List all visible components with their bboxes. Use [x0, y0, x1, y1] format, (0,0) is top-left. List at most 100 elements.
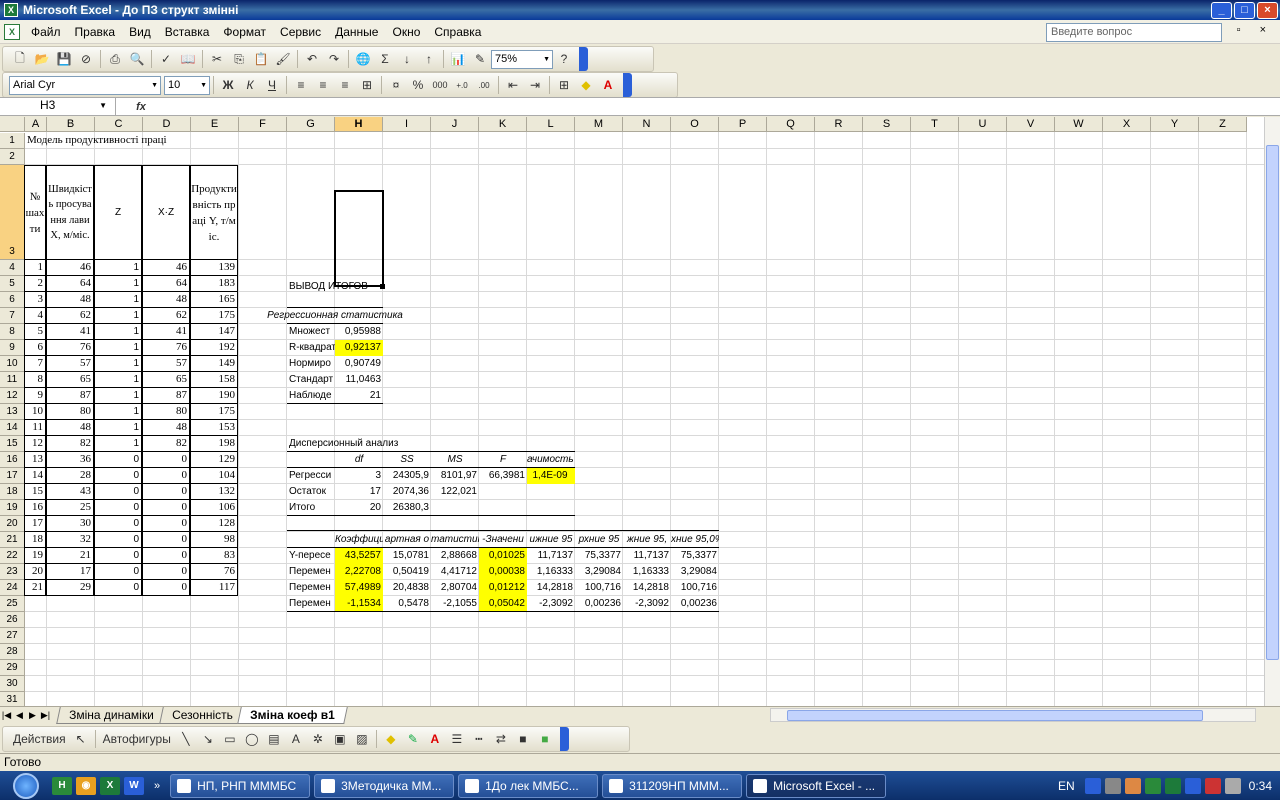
data-cell[interactable]: 29: [46, 579, 94, 596]
sort-descending-icon[interactable]: ↑: [418, 49, 440, 69]
wordart-icon[interactable]: A: [285, 729, 307, 749]
bold-icon[interactable]: Ж: [217, 75, 239, 95]
coef-value[interactable]: 11,7137: [527, 548, 575, 564]
3d-style-icon[interactable]: ■: [534, 729, 556, 749]
row-header-27[interactable]: 27: [0, 628, 25, 644]
coef-header[interactable]: артная о: [383, 532, 431, 548]
data-cell[interactable]: 46: [46, 259, 94, 276]
coef-header[interactable]: рхние 95: [575, 532, 623, 548]
data-cell[interactable]: 1: [94, 419, 142, 436]
line-style-icon[interactable]: ☰: [446, 729, 468, 749]
horizontal-scrollbar[interactable]: [770, 708, 1256, 722]
toolbar-options-icon[interactable]: [559, 727, 569, 751]
underline-icon[interactable]: Ч: [261, 75, 283, 95]
column-header-p[interactable]: P: [719, 117, 767, 132]
increase-decimal-icon[interactable]: +.0: [451, 75, 473, 95]
data-cell[interactable]: 128: [190, 515, 238, 532]
data-cell[interactable]: 1: [94, 259, 142, 276]
network-tray-icon[interactable]: [1224, 777, 1241, 794]
help-tray-icon[interactable]: [1084, 777, 1101, 794]
tab-zmina-koef-v1[interactable]: Зміна коеф в1: [237, 707, 349, 724]
sheet-title[interactable]: Модель продуктивності праці: [25, 133, 325, 149]
data-cell[interactable]: 1: [94, 323, 142, 340]
data-cell[interactable]: 28: [46, 467, 94, 484]
data-cell[interactable]: 1: [94, 355, 142, 372]
minimize-button[interactable]: _: [1211, 1, 1232, 19]
data-cell[interactable]: 6: [24, 339, 46, 356]
save-icon[interactable]: 💾: [53, 49, 75, 69]
anova-header[interactable]: F: [479, 452, 527, 468]
data-cell[interactable]: 0: [94, 451, 142, 468]
row-header-19[interactable]: 19: [0, 500, 25, 516]
data-cell[interactable]: 12: [24, 435, 46, 452]
data-cell[interactable]: 132: [190, 483, 238, 500]
copy-icon[interactable]: ⎘: [228, 49, 250, 69]
anova-label[interactable]: Итого: [287, 500, 335, 516]
selected-cell-h3[interactable]: [334, 190, 384, 287]
anova-header[interactable]: SS: [383, 452, 431, 468]
currency-icon[interactable]: ¤: [385, 75, 407, 95]
anova-label[interactable]: Регресси: [287, 468, 335, 484]
header-speed-x[interactable]: Швидкість просування лави X, м/міс.: [46, 165, 94, 260]
data-cell[interactable]: 32: [46, 531, 94, 548]
data-cell[interactable]: 30: [46, 515, 94, 532]
vertical-scroll-thumb[interactable]: [1266, 145, 1279, 660]
coef-label[interactable]: Перемен: [287, 564, 335, 580]
data-cell[interactable]: 149: [190, 355, 238, 372]
data-cell[interactable]: 0: [142, 547, 190, 564]
stat-label[interactable]: Стандарт: [287, 372, 335, 388]
coef-value[interactable]: 14,2818: [527, 580, 575, 596]
data-cell[interactable]: 16: [24, 499, 46, 516]
data-cell[interactable]: 41: [142, 323, 190, 340]
column-header-a[interactable]: A: [25, 117, 47, 132]
row-header-26[interactable]: 26: [0, 612, 25, 628]
anova-value[interactable]: 122,021: [431, 484, 479, 500]
column-header-x[interactable]: X: [1103, 117, 1151, 132]
data-cell[interactable]: 82: [142, 435, 190, 452]
stat-value[interactable]: 0,95988: [335, 324, 383, 340]
column-header-u[interactable]: U: [959, 117, 1007, 132]
data-cell[interactable]: 139: [190, 259, 238, 276]
coef-value[interactable]: 4,41712: [431, 564, 479, 580]
data-cell[interactable]: 1: [94, 435, 142, 452]
autosum-icon[interactable]: Σ: [374, 49, 396, 69]
row-header-20[interactable]: 20: [0, 516, 25, 532]
row-header-15[interactable]: 15: [0, 436, 25, 452]
coef-value[interactable]: 2,22708: [335, 564, 383, 580]
data-cell[interactable]: 192: [190, 339, 238, 356]
data-cell[interactable]: 57: [46, 355, 94, 372]
column-header-k[interactable]: K: [479, 117, 527, 132]
row-header-30[interactable]: 30: [0, 676, 25, 692]
coef-label[interactable]: Y-пересе: [287, 548, 335, 564]
row-header-3[interactable]: 3: [0, 165, 25, 260]
header-shaft-no[interactable]: № шахти: [24, 165, 46, 260]
regression-stats-title[interactable]: Регрессионная статистика: [239, 308, 431, 324]
row-header-10[interactable]: 10: [0, 356, 25, 372]
data-cell[interactable]: 165: [190, 291, 238, 308]
anova-header[interactable]: df: [335, 452, 383, 468]
percent-icon[interactable]: %: [407, 75, 429, 95]
row-header-28[interactable]: 28: [0, 644, 25, 660]
data-cell[interactable]: 80: [142, 403, 190, 420]
data-cell[interactable]: 0: [94, 563, 142, 580]
data-cell[interactable]: 7: [24, 355, 46, 372]
row-header-24[interactable]: 24: [0, 580, 25, 596]
coef-header[interactable]: татистик: [431, 532, 479, 548]
data-cell[interactable]: 13: [24, 451, 46, 468]
data-cell[interactable]: 1: [24, 259, 46, 276]
formula-input[interactable]: [166, 98, 1280, 115]
row-header-18[interactable]: 18: [0, 484, 25, 500]
menu-insert[interactable]: Вставка: [158, 25, 217, 39]
column-header-d[interactable]: D: [143, 117, 191, 132]
coef-value[interactable]: 0,00236: [671, 596, 719, 612]
row-header-21[interactable]: 21: [0, 532, 25, 548]
data-cell[interactable]: 48: [46, 291, 94, 308]
coef-value[interactable]: 100,716: [575, 580, 623, 596]
data-cell[interactable]: 0: [142, 467, 190, 484]
column-header-j[interactable]: J: [431, 117, 479, 132]
italic-icon[interactable]: К: [239, 75, 261, 95]
coef-value[interactable]: 20,4838: [383, 580, 431, 596]
data-cell[interactable]: 65: [142, 371, 190, 388]
font-color-icon[interactable]: A: [424, 729, 446, 749]
data-cell[interactable]: 8: [24, 371, 46, 388]
